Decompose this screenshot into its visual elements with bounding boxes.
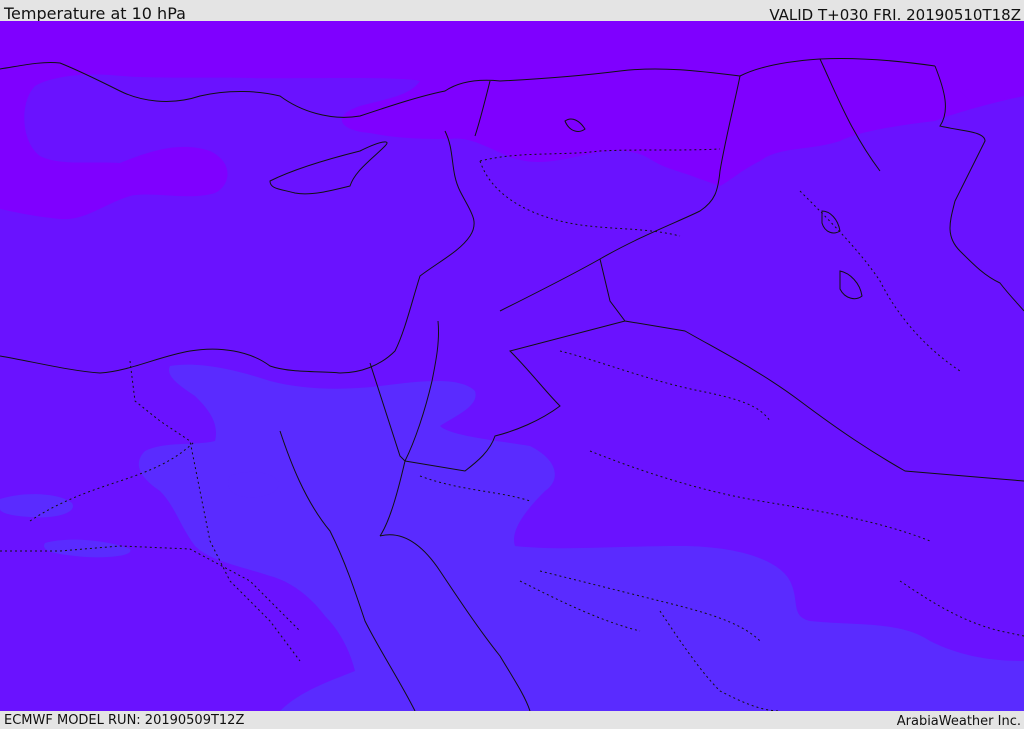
weather-map-frame: Temperature at 10 hPa VALID T+030 FRI. 2… — [0, 0, 1024, 729]
header-bar: Temperature at 10 hPa VALID T+030 FRI. 2… — [0, 0, 1024, 24]
model-run-label: ECMWF MODEL RUN: 20190509T12Z — [4, 713, 245, 728]
credit-label: ArabiaWeather Inc. — [896, 714, 1021, 729]
footer-bar: ECMWF MODEL RUN: 20190509T12Z ArabiaWeat… — [0, 711, 1024, 729]
temperature-map — [0, 21, 1024, 711]
map-canvas — [0, 21, 1024, 711]
